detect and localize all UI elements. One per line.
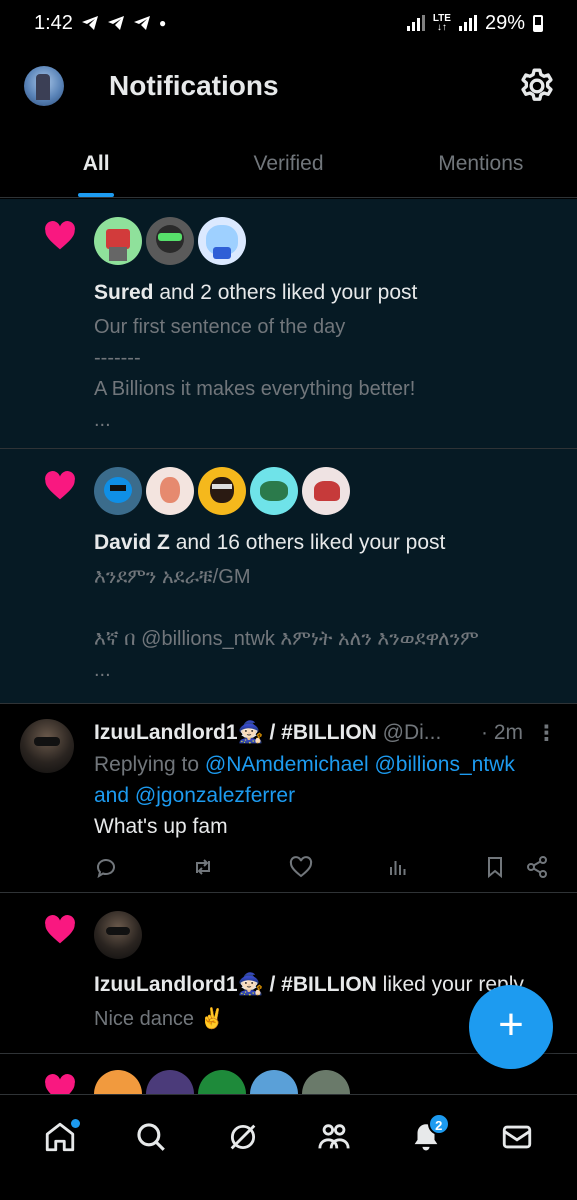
post-preview-line: A Billions it makes everything better!	[94, 378, 416, 400]
post-handle[interactable]: @Di...	[377, 721, 442, 744]
telegram-icon	[107, 16, 124, 30]
mention-link[interactable]: @jgonzalezferrer	[135, 784, 295, 807]
post-time: · 2m	[481, 721, 523, 744]
post-body: What's up fam	[94, 815, 228, 838]
like-icon[interactable]	[289, 855, 313, 879]
notification-action: and 2 others liked your post	[153, 281, 418, 304]
post-actions	[94, 855, 549, 879]
post-preview-line: -------	[94, 347, 141, 369]
search-icon	[137, 1123, 166, 1151]
avatar[interactable]	[302, 467, 350, 515]
replying-prefix: Replying to	[94, 753, 205, 776]
unread-dot	[70, 1119, 80, 1128]
communities-icon	[318, 1124, 350, 1149]
reply-post[interactable]: IzuuLandlord1🧙🏻 / #BILLION @Di... · 2m ⋮…	[0, 705, 577, 893]
avatar[interactable]	[94, 911, 142, 959]
bottom-navigation: 2	[0, 1094, 577, 1200]
mention-link[interactable]: @NAmdemichael	[205, 753, 369, 776]
notification-text: David Z and 16 others liked your post እን…	[94, 527, 557, 686]
nav-search[interactable]	[121, 1095, 181, 1179]
telegram-icon	[133, 16, 150, 30]
post-header: IzuuLandlord1🧙🏻 / #BILLION @Di... · 2m ⋮	[94, 721, 557, 745]
repost-icon[interactable]	[191, 855, 215, 879]
avatar[interactable]	[250, 467, 298, 515]
lte-indicator: LTE ↓↑	[432, 13, 451, 33]
and-text: and	[94, 784, 135, 807]
status-time: 1:42	[34, 11, 73, 34]
avatar[interactable]	[94, 467, 142, 515]
views-icon[interactable]	[386, 855, 410, 879]
nav-communities[interactable]	[304, 1095, 364, 1179]
tab-all[interactable]: All	[0, 140, 192, 197]
avatar[interactable]	[146, 467, 194, 515]
avatar[interactable]	[146, 217, 194, 265]
gear-icon[interactable]	[517, 66, 557, 106]
post-preview-line	[94, 593, 557, 624]
bookmark-icon[interactable]	[483, 855, 507, 879]
post-preview-line: Our first sentence of the day	[94, 316, 346, 338]
signal-icon	[406, 15, 425, 31]
mention-link[interactable]: @billions_ntwk	[369, 753, 514, 776]
signal-icon	[458, 15, 477, 31]
avatar[interactable]	[20, 719, 74, 773]
actor-name[interactable]: Sured	[94, 281, 154, 304]
more-options-icon[interactable]: ⋮	[536, 721, 557, 746]
nav-messages[interactable]	[487, 1095, 547, 1179]
notification-action: and 16 others liked your post	[169, 531, 446, 554]
nav-notifications[interactable]: 2	[396, 1095, 456, 1179]
post-preview-line: እንደምን አደራቹ/GM	[94, 566, 251, 588]
replying-to: Replying to @NAmdemichael @billions_ntwk…	[94, 749, 557, 811]
actor-name[interactable]: IzuuLandlord1🧙🏻 / #BILLION	[94, 973, 377, 996]
heart-icon	[45, 471, 75, 500]
post-preview-line: ...	[94, 409, 111, 431]
heart-icon	[45, 915, 75, 944]
compose-button[interactable]: +	[469, 985, 553, 1069]
avatar[interactable]	[94, 217, 142, 265]
battery-percent: 29%	[484, 11, 525, 34]
telegram-icon	[81, 16, 98, 30]
post-author[interactable]: IzuuLandlord1🧙🏻 / #BILLION	[94, 721, 377, 744]
tab-mentions[interactable]: Mentions	[385, 140, 577, 197]
list-item[interactable]: David Z and 16 others liked your post እን…	[0, 449, 577, 704]
profile-avatar[interactable]	[24, 66, 64, 106]
lte-label: LTE	[432, 13, 451, 24]
notification-dot-icon: ●	[158, 16, 167, 30]
avatar[interactable]	[198, 217, 246, 265]
post-preview-line: እኛ በ @billions_ntwk እምነት አለን እንወደዋለንም	[94, 628, 479, 650]
grok-icon	[230, 1124, 256, 1150]
page-title: Notifications	[109, 70, 279, 101]
mail-icon	[503, 1125, 532, 1149]
heart-icon	[45, 221, 75, 250]
tab-verified[interactable]: Verified	[192, 140, 384, 197]
share-icon[interactable]	[525, 855, 549, 879]
actor-name[interactable]: David Z	[94, 531, 170, 554]
nav-home[interactable]	[30, 1095, 90, 1179]
list-item[interactable]: Sured and 2 others liked your post Our f…	[0, 199, 577, 449]
nav-grok[interactable]	[213, 1095, 273, 1179]
post-preview-line: ...	[94, 659, 111, 681]
status-bar: 1:42 ● LTE ↓↑ 29%	[0, 0, 577, 46]
battery-icon	[533, 14, 543, 32]
reply-icon[interactable]	[94, 855, 118, 879]
avatar[interactable]	[198, 467, 246, 515]
notification-text: Sured and 2 others liked your post Our f…	[94, 277, 557, 436]
app-header: Notifications	[0, 56, 577, 120]
notification-badge: 2	[427, 1113, 450, 1135]
notification-tabs: All Verified Mentions	[0, 140, 577, 198]
